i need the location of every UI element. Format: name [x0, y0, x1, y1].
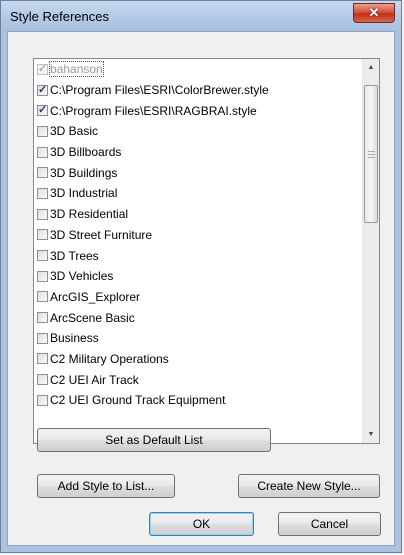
style-list-items: bahanson C:\Program Files\ESRI\ColorBrewe…: [34, 59, 363, 443]
checkbox-icon[interactable]: [37, 312, 48, 324]
checkbox-icon[interactable]: [37, 229, 48, 241]
list-item-label: C2 UEI Air Track: [50, 372, 139, 387]
checkbox-checked-icon: [37, 62, 48, 75]
set-default-list-button[interactable]: Set as Default List: [37, 428, 271, 452]
list-item-label: 3D Street Furniture: [50, 227, 153, 242]
window-title: Style References: [10, 9, 109, 24]
list-item-label: 3D Residential: [50, 207, 129, 222]
checkbox-icon[interactable]: [37, 374, 48, 386]
checkbox-icon[interactable]: [37, 394, 48, 406]
list-item[interactable]: 3D Vehicles: [34, 266, 363, 287]
list-item-label: 3D Industrial: [50, 186, 118, 201]
dialog-client-area: bahanson C:\Program Files\ESRI\ColorBrewe…: [7, 31, 395, 546]
create-style-button[interactable]: Create New Style...: [238, 474, 380, 498]
checkbox-checked-icon[interactable]: [37, 103, 48, 117]
list-item-label: C2 Military Operations: [50, 351, 169, 366]
list-scrollbar[interactable]: ▲ — — — ▼: [362, 59, 379, 443]
list-item[interactable]: 3D Industrial: [34, 183, 363, 204]
list-item-label: 3D Buildings: [50, 165, 118, 180]
dialog-window: Style References ✕ bahanson C:\Program Fi…: [0, 0, 402, 553]
list-item[interactable]: C2 Military Operations: [34, 349, 363, 370]
list-item[interactable]: ArcGIS_Explorer: [34, 287, 363, 308]
list-item[interactable]: C2 UEI Air Track: [34, 369, 363, 390]
list-item[interactable]: 3D Basic: [34, 121, 363, 142]
list-item[interactable]: C:\Program Files\ESRI\RAGBRAI.style: [34, 100, 363, 121]
list-item-label: bahanson: [49, 61, 104, 78]
scroll-up-arrow-icon[interactable]: ▲: [363, 59, 379, 76]
thumb-grip-icon: — — —: [368, 148, 375, 161]
checkbox-icon[interactable]: [37, 125, 48, 137]
checkbox-checked-icon[interactable]: [37, 83, 48, 96]
list-item-label: Business: [50, 331, 99, 346]
list-item: bahanson: [34, 59, 363, 80]
checkbox-icon[interactable]: [37, 332, 48, 344]
list-item[interactable]: 3D Billboards: [34, 142, 363, 163]
scrollbar-thumb[interactable]: — — —: [364, 85, 378, 223]
style-list[interactable]: bahanson C:\Program Files\ESRI\ColorBrewe…: [33, 58, 380, 444]
checkbox-icon[interactable]: [37, 167, 48, 179]
list-item[interactable]: C2 UEI Ground Track Equipment: [34, 390, 363, 411]
list-item-label: ArcGIS_Explorer: [50, 289, 141, 304]
checkbox-icon[interactable]: [37, 250, 48, 262]
list-item-label: C:\Program Files\ESRI\RAGBRAI.style: [50, 103, 257, 118]
title-bar[interactable]: Style References ✕: [1, 1, 401, 31]
list-item-label: 3D Basic: [50, 124, 99, 139]
add-style-button[interactable]: Add Style to List...: [37, 474, 175, 498]
checkbox-icon[interactable]: [37, 353, 48, 365]
checkbox-icon[interactable]: [37, 291, 48, 303]
list-item[interactable]: Business: [34, 328, 363, 349]
list-item[interactable]: 3D Residential: [34, 204, 363, 225]
list-item[interactable]: 3D Trees: [34, 245, 363, 266]
list-item-label: C2 UEI Ground Track Equipment: [50, 393, 226, 408]
checkbox-icon[interactable]: [37, 208, 48, 220]
scroll-down-arrow-icon[interactable]: ▼: [363, 426, 379, 443]
list-item[interactable]: C:\Program Files\ESRI\ColorBrewer.style: [34, 80, 363, 101]
cancel-button[interactable]: Cancel: [278, 512, 381, 536]
ok-button[interactable]: OK: [149, 512, 254, 536]
list-item-label: 3D Vehicles: [50, 269, 114, 284]
checkbox-icon[interactable]: [37, 187, 48, 199]
checkbox-icon[interactable]: [37, 146, 48, 158]
close-icon: ✕: [368, 5, 380, 20]
list-item-label: 3D Trees: [50, 248, 99, 263]
checkbox-icon[interactable]: [37, 270, 48, 282]
list-item[interactable]: ArcScene Basic: [34, 307, 363, 328]
close-button[interactable]: ✕: [353, 3, 395, 23]
list-item-label: C:\Program Files\ESRI\ColorBrewer.style: [50, 83, 269, 98]
list-item-label: ArcScene Basic: [50, 310, 135, 325]
list-item-label: 3D Billboards: [50, 145, 122, 160]
list-item[interactable]: 3D Buildings: [34, 162, 363, 183]
list-item[interactable]: 3D Street Furniture: [34, 225, 363, 246]
